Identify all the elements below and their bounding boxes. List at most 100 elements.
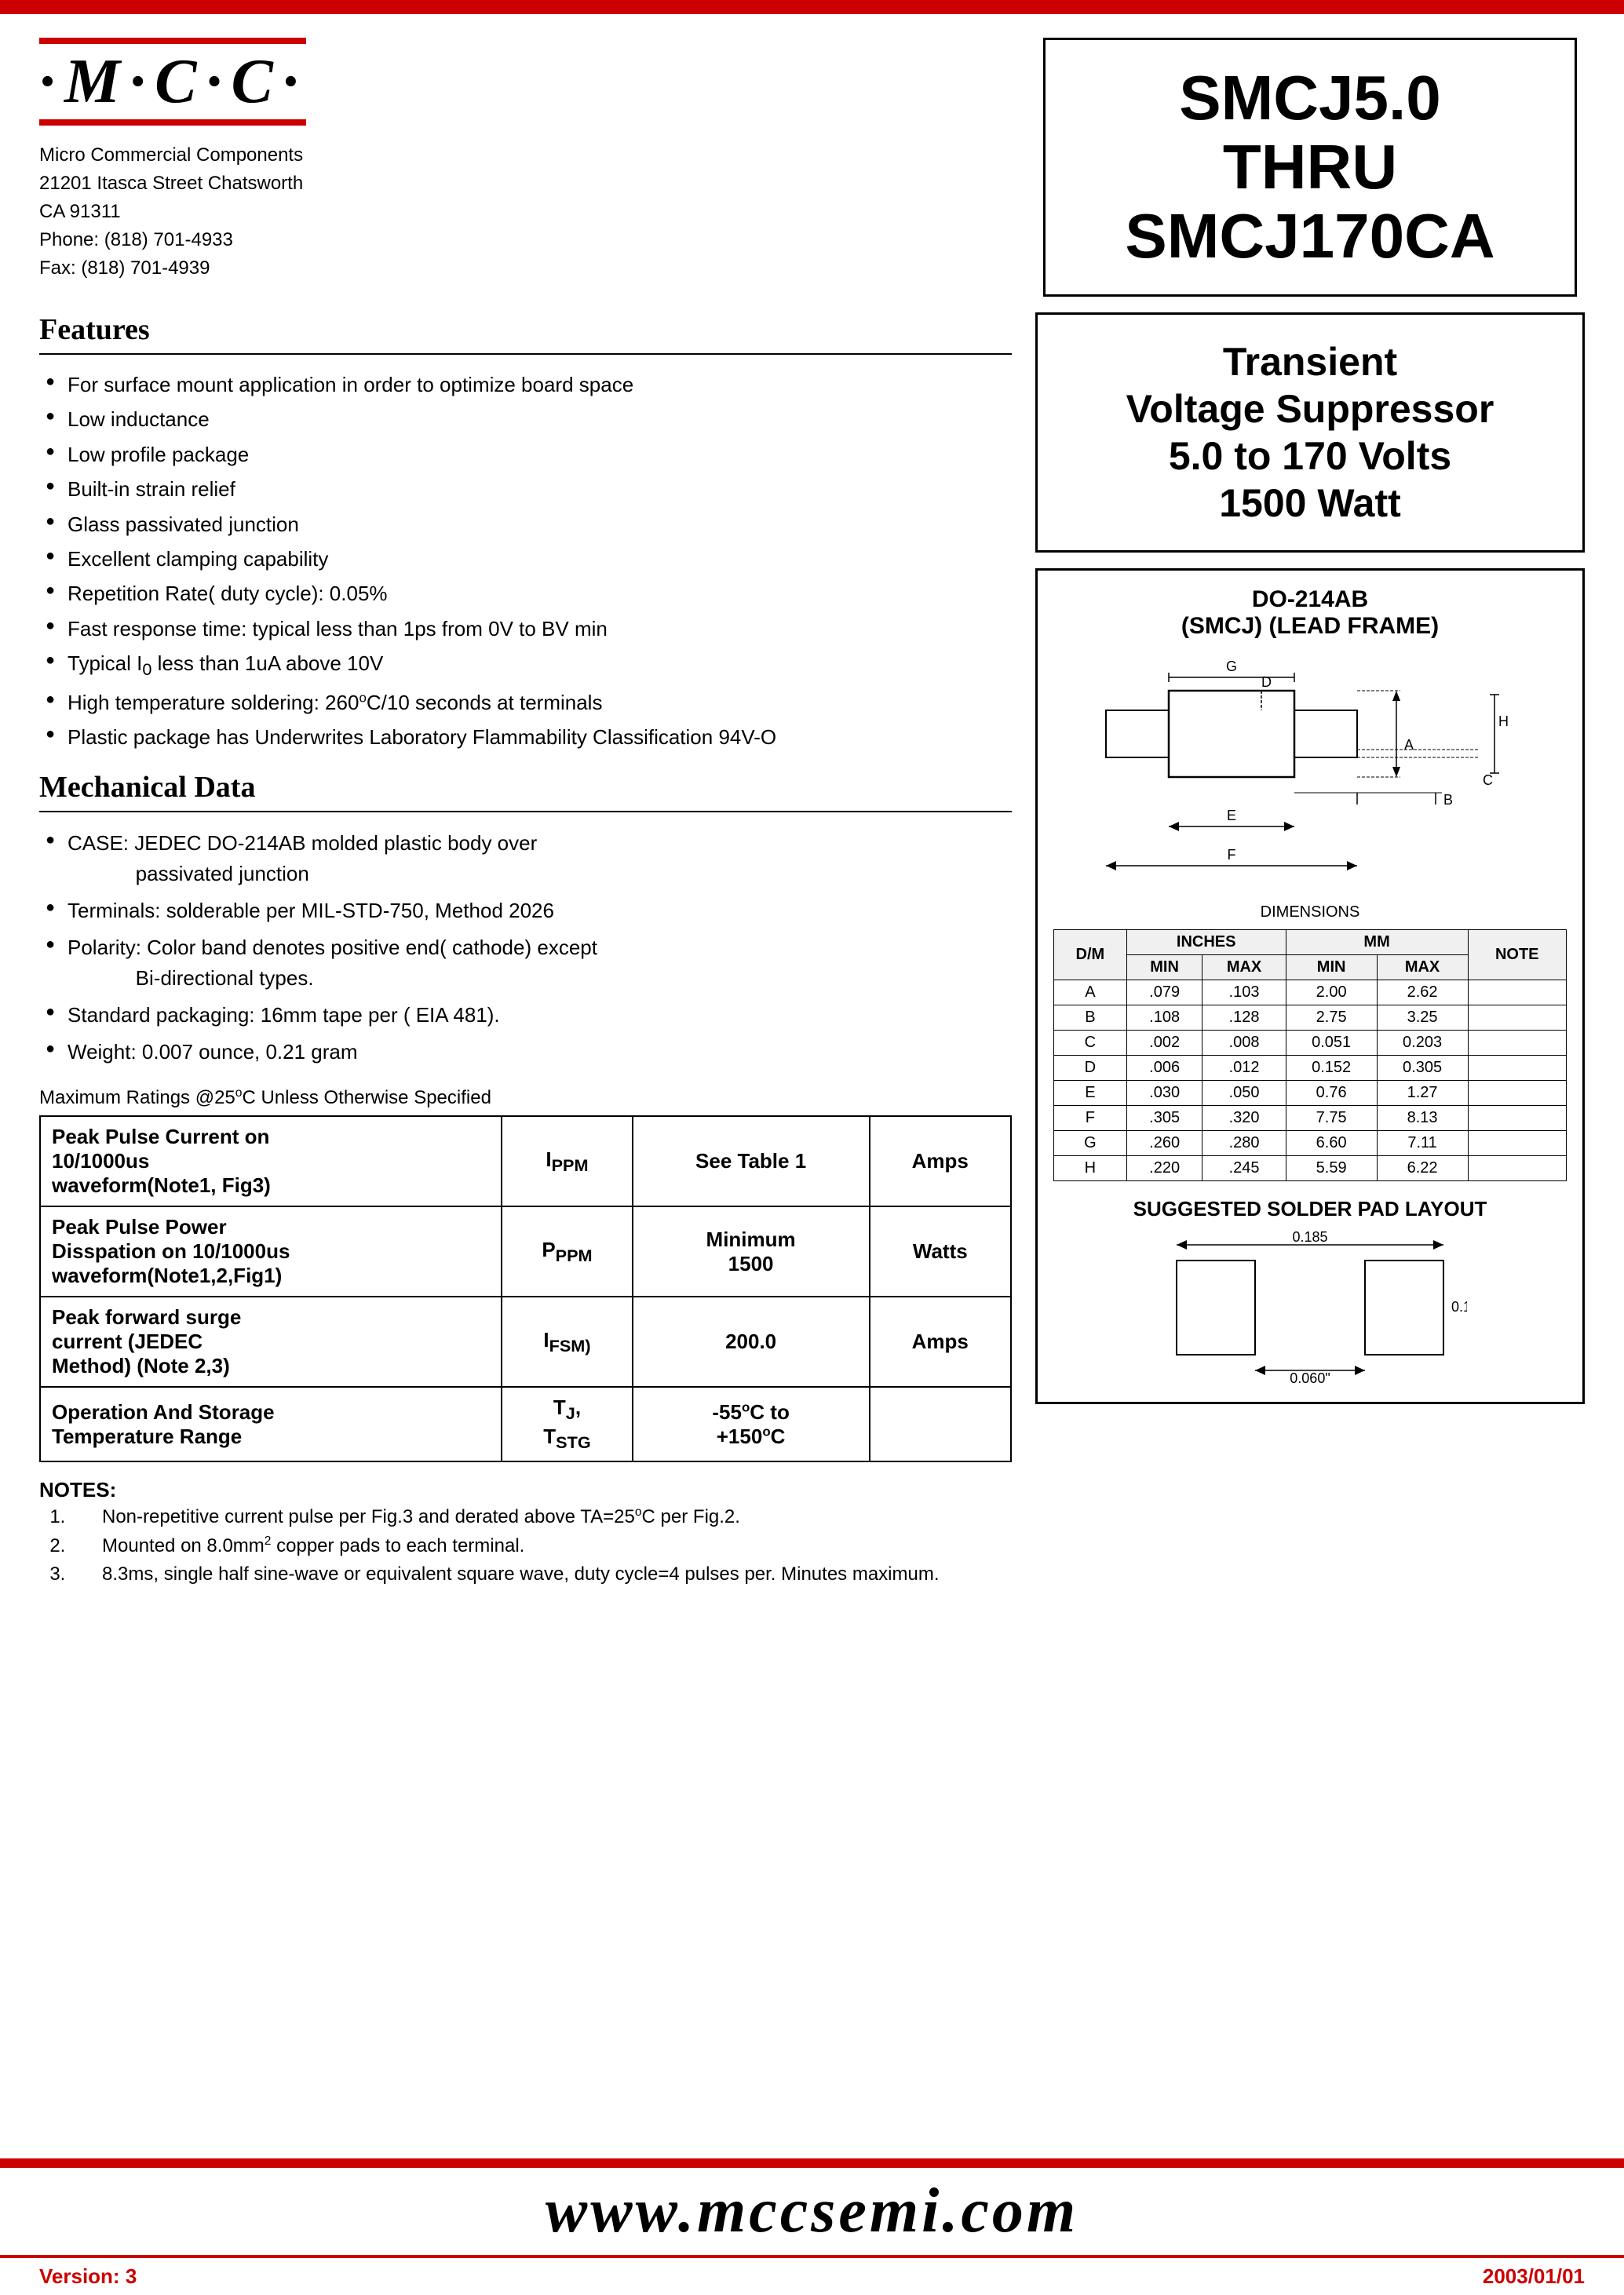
ratings-row-1: Peak Pulse Current on10/1000uswaveform(N… bbox=[40, 1116, 1011, 1206]
dim-table-cell: 6.60 bbox=[1286, 1131, 1377, 1156]
ratings-param-2: Peak Pulse PowerDisspation on 10/1000usw… bbox=[40, 1206, 502, 1297]
dim-table-cell: 1.27 bbox=[1377, 1081, 1468, 1106]
mech-item-5: Weight: 0.007 ounce, 0.21 gram bbox=[39, 1034, 1012, 1071]
solder-pad-section: SUGGESTED SOLDER PAD LAYOUT 0.185 bbox=[1053, 1197, 1567, 1386]
features-section: Features For surface mount application i… bbox=[39, 312, 1012, 754]
features-title: Features bbox=[39, 312, 1012, 355]
ratings-table: Peak Pulse Current on10/1000uswaveform(N… bbox=[39, 1115, 1012, 1461]
ratings-symbol-4: TJ,TSTG bbox=[502, 1387, 632, 1461]
dim-table-cell: 3.25 bbox=[1377, 1005, 1468, 1031]
notes-title: NOTES: bbox=[39, 1478, 1012, 1502]
dimensions-header: DIMENSIONS bbox=[1053, 903, 1567, 921]
dim-table-cell bbox=[1468, 1005, 1566, 1031]
mech-item-2: Terminals: solderable per MIL-STD-750, M… bbox=[39, 892, 1012, 929]
dim-table-cell: .220 bbox=[1126, 1156, 1202, 1181]
part-number-box: SMCJ5.0THRUSMCJ170CA bbox=[1043, 38, 1577, 297]
prod-line2: Voltage Suppressor bbox=[1126, 387, 1494, 431]
ratings-note: Maximum Ratings @25oC Unless Otherwise S… bbox=[39, 1086, 1012, 1109]
mechanical-section: Mechanical Data CASE: JEDEC DO-214AB mol… bbox=[39, 770, 1012, 1071]
dim-table-cell: 2.75 bbox=[1286, 1005, 1377, 1031]
notes-list: Non-repetitive current pulse per Fig.3 a… bbox=[39, 1502, 1012, 1589]
dim-table-cell: 0.76 bbox=[1286, 1081, 1377, 1106]
dim-table-cell: .079 bbox=[1126, 980, 1202, 1005]
prod-line3: 5.0 to 170 Volts bbox=[1169, 434, 1451, 478]
header-left: ·M·C·C· Micro Commercial Components 2120… bbox=[39, 38, 1035, 283]
feature-item-7: Repetition Rate( duty cycle): 0.05% bbox=[39, 576, 1012, 611]
dim-header-mm: MM bbox=[1286, 930, 1468, 955]
ratings-param-1: Peak Pulse Current on10/1000uswaveform(N… bbox=[40, 1116, 502, 1206]
dim-table-row: C.002.0080.0510.203 bbox=[1054, 1031, 1567, 1056]
footer-version-row: Version: 3 2003/01/01 bbox=[0, 2258, 1624, 2295]
dim-table-cell: .002 bbox=[1126, 1031, 1202, 1056]
ratings-unit-3: Amps bbox=[870, 1297, 1011, 1387]
feature-item-5: Glass passivated junction bbox=[39, 507, 1012, 542]
dim-table-cell: 2.00 bbox=[1286, 980, 1377, 1005]
footer-date: 2003/01/01 bbox=[1483, 2264, 1585, 2289]
logo-red-line-top bbox=[39, 38, 306, 44]
company-address: 21201 Itasca Street Chatsworth bbox=[39, 170, 303, 198]
mech-item-4: Standard packaging: 16mm tape per ( EIA … bbox=[39, 997, 1012, 1034]
dim-header-max: MAX bbox=[1202, 955, 1286, 980]
diagram-box: DO-214AB (SMCJ) (LEAD FRAME) G H bbox=[1035, 568, 1585, 1404]
left-column: Features For surface mount application i… bbox=[39, 312, 1012, 2135]
main-content: Features For surface mount application i… bbox=[0, 312, 1624, 2135]
dim-table-cell bbox=[1468, 1106, 1566, 1131]
footer-url: www.mccsemi.com bbox=[0, 2176, 1624, 2247]
note-2: Mounted on 8.0mm2 copper pads to each te… bbox=[71, 1531, 1012, 1560]
feature-item-11: Plastic package has Underwrites Laborato… bbox=[39, 720, 1012, 754]
ratings-value-2: Minimum1500 bbox=[633, 1206, 870, 1297]
feature-item-8: Fast response time: typical less than 1p… bbox=[39, 611, 1012, 646]
dim-table-row: E.030.0500.761.27 bbox=[1054, 1081, 1567, 1106]
feature-list: For surface mount application in order t… bbox=[39, 367, 1012, 754]
dim-table-cell: 0.152 bbox=[1286, 1056, 1377, 1081]
company-city: CA 91311 bbox=[39, 198, 303, 226]
footer-url-area: www.mccsemi.com bbox=[0, 2165, 1624, 2258]
dim-header-mm-max: MAX bbox=[1377, 955, 1468, 980]
dim-table-cell: .260 bbox=[1126, 1131, 1202, 1156]
ratings-row-2: Peak Pulse PowerDisspation on 10/1000usw… bbox=[40, 1206, 1011, 1297]
company-fax: Fax: (818) 701-4939 bbox=[39, 254, 303, 283]
notes-section: NOTES: Non-repetitive current pulse per … bbox=[39, 1478, 1012, 1589]
top-bar bbox=[0, 0, 1624, 14]
feature-item-10: High temperature soldering: 260oC/10 sec… bbox=[39, 685, 1012, 720]
dim-table-row: D.006.0120.1520.305 bbox=[1054, 1056, 1567, 1081]
ratings-symbol-1: IPPM bbox=[502, 1116, 632, 1206]
dim-table-cell: B bbox=[1054, 1005, 1127, 1031]
ratings-value-3: 200.0 bbox=[633, 1297, 870, 1387]
dim-header-min: MIN bbox=[1126, 955, 1202, 980]
feature-item-3: Low profile package bbox=[39, 437, 1012, 472]
dim-table-cell: 0.305 bbox=[1377, 1056, 1468, 1081]
ratings-symbol-3: IFSM) bbox=[502, 1297, 632, 1387]
dim-table-cell bbox=[1468, 1081, 1566, 1106]
ratings-unit-2: Watts bbox=[870, 1206, 1011, 1297]
company-phone: Phone: (818) 701-4933 bbox=[39, 226, 303, 254]
feature-item-9: Typical I0 less than 1uA above 10V bbox=[39, 646, 1012, 685]
ratings-value-4: -55oC to+150oC bbox=[633, 1387, 870, 1461]
dim-header-mm-min: MIN bbox=[1286, 955, 1377, 980]
dim-table-cell bbox=[1468, 1031, 1566, 1056]
dim-table-cell bbox=[1468, 1156, 1566, 1181]
svg-text:0.121": 0.121" bbox=[1451, 1299, 1467, 1315]
dim-header-dm: D/M bbox=[1054, 930, 1127, 980]
dim-table-cell: .030 bbox=[1126, 1081, 1202, 1106]
feature-item-2: Low inductance bbox=[39, 402, 1012, 436]
dim-table-cell: F bbox=[1054, 1106, 1127, 1131]
prod-line4: 1500 Watt bbox=[1219, 481, 1401, 525]
mech-list: CASE: JEDEC DO-214AB molded plastic body… bbox=[39, 825, 1012, 1071]
note-1: Non-repetitive current pulse per Fig.3 a… bbox=[71, 1502, 1012, 1531]
product-desc-box: Transient Voltage Suppressor 5.0 to 170 … bbox=[1035, 312, 1585, 553]
component-diagram-svg: G H D bbox=[1059, 648, 1561, 899]
dim-table-cell: .006 bbox=[1126, 1056, 1202, 1081]
feature-item-4: Built-in strain relief bbox=[39, 472, 1012, 506]
logo-text: ·M·C·C· bbox=[39, 50, 308, 113]
ratings-param-4: Operation And StorageTemperature Range bbox=[40, 1387, 502, 1461]
dim-table-cell: A bbox=[1054, 980, 1127, 1005]
ratings-param-3: Peak forward surgecurrent (JEDECMethod) … bbox=[40, 1297, 502, 1387]
dim-table-cell: 0.051 bbox=[1286, 1031, 1377, 1056]
dim-table-cell: D bbox=[1054, 1056, 1127, 1081]
mechanical-title: Mechanical Data bbox=[39, 770, 1012, 812]
svg-text:H: H bbox=[1498, 713, 1509, 729]
prod-line1: Transient bbox=[1223, 340, 1397, 384]
svg-text:E: E bbox=[1227, 808, 1236, 823]
note-3: 8.3ms, single half sine-wave or equivale… bbox=[71, 1560, 1012, 1589]
